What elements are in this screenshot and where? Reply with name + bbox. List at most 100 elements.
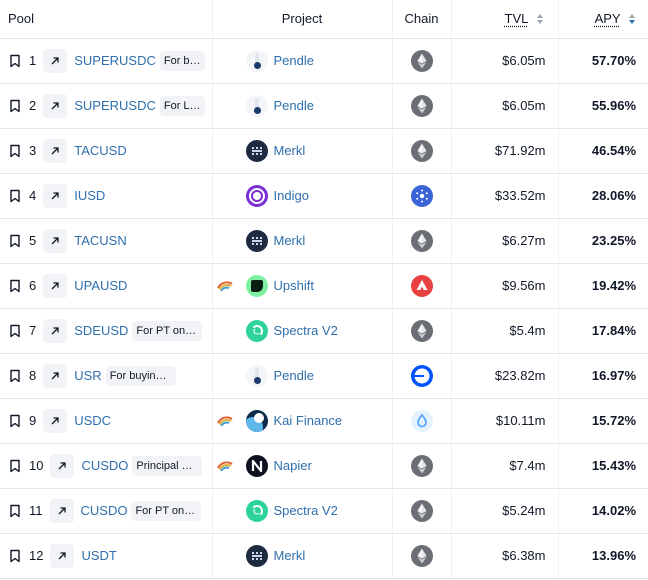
- table-row[interactable]: 3 TACUSD Merkl $71.92m 46.54%: [0, 128, 648, 174]
- project-name-link[interactable]: Merkl: [274, 233, 306, 248]
- external-link-icon[interactable]: [43, 138, 68, 163]
- rank-number: 7: [29, 323, 37, 338]
- pool-symbol-link[interactable]: SUPERUSDC: [74, 98, 156, 113]
- project-name-link[interactable]: Merkl: [274, 143, 306, 158]
- ethereum-icon: [410, 319, 433, 342]
- pool-symbol-link[interactable]: USDT: [81, 548, 116, 563]
- pendle-logo: [245, 364, 268, 387]
- table-row[interactable]: 5 TACUSN Merkl $6.27m 23.25%: [0, 218, 648, 264]
- sort-descending-icon[interactable]: [628, 13, 636, 25]
- table-row[interactable]: 10 CUSDO Principal T… Napier $7.4m 15.43…: [0, 443, 648, 489]
- bookmark-icon[interactable]: [8, 279, 22, 293]
- tvl-header-label[interactable]: TVL: [505, 11, 528, 26]
- bookmark-icon[interactable]: [8, 414, 22, 428]
- pool-symbol-link[interactable]: IUSD: [74, 188, 105, 203]
- table-row[interactable]: 2 SUPERUSDC For L… Pendle $6.05m 55.96%: [0, 83, 648, 129]
- table-row[interactable]: 11 CUSDO For PT on … Spectra V2 $5.24m 1…: [0, 488, 648, 534]
- pool-cell: 3 TACUSD: [0, 128, 213, 174]
- apy-value: 19.42%: [558, 263, 648, 309]
- tvl-value: $5.24m: [451, 488, 559, 534]
- pool-symbol-link[interactable]: SUPERUSDC: [74, 53, 156, 68]
- apy-sort-header[interactable]: APY: [558, 0, 648, 39]
- external-link-icon[interactable]: [43, 183, 68, 208]
- apy-header-label[interactable]: APY: [595, 11, 621, 26]
- bookmark-icon[interactable]: [8, 459, 22, 473]
- pool-cell: 12 USDT: [0, 533, 213, 579]
- bookmark-icon[interactable]: [8, 144, 22, 158]
- pool-symbol-link[interactable]: SDEUSD: [74, 323, 128, 338]
- sort-unsorted-icon[interactable]: [536, 13, 544, 25]
- pool-symbol-link[interactable]: TACUSD: [74, 143, 126, 158]
- pool-cell: 11 CUSDO For PT on …: [0, 488, 213, 534]
- pool-cell: 5 TACUSN: [0, 218, 213, 264]
- external-link-icon[interactable]: [43, 408, 68, 433]
- chain-cell: [392, 128, 452, 174]
- external-link-icon[interactable]: [43, 318, 68, 343]
- external-link-icon[interactable]: [43, 363, 68, 388]
- project-name-link[interactable]: Pendle: [274, 98, 314, 113]
- pool-header-label: Pool: [8, 11, 35, 27]
- pool-symbol-link[interactable]: TACUSN: [74, 233, 126, 248]
- external-link-icon[interactable]: [43, 48, 68, 73]
- rank-number: 5: [29, 233, 37, 248]
- pendle-logo: [245, 49, 268, 72]
- external-link-icon[interactable]: [50, 543, 75, 568]
- chain-cell: [392, 308, 452, 354]
- project-name-link[interactable]: Pendle: [274, 368, 314, 383]
- pool-symbol-link[interactable]: UPAUSD: [74, 278, 127, 293]
- table-row[interactable]: 8 USR For buying PT-… Pendle $23.82m 16.…: [0, 353, 648, 399]
- project-name-link[interactable]: Merkl: [274, 548, 306, 563]
- external-link-icon[interactable]: [43, 228, 68, 253]
- external-link-icon[interactable]: [50, 453, 75, 478]
- apy-value: 15.43%: [558, 443, 648, 489]
- bookmark-icon[interactable]: [8, 549, 22, 563]
- table-row[interactable]: 1 SUPERUSDC For b… Pendle $6.05m 57.70%: [0, 38, 648, 84]
- sui-icon: [410, 409, 433, 432]
- pool-meta-tag: For buying PT-…: [105, 365, 176, 386]
- merkl-logo: [245, 229, 268, 252]
- project-name-link[interactable]: Upshift: [274, 278, 314, 293]
- project-name-link[interactable]: Indigo: [274, 188, 309, 203]
- project-cell: Indigo: [212, 173, 393, 219]
- pool-cell: 7 SDEUSD For PT on …: [0, 308, 213, 354]
- chain-header-label: Chain: [404, 11, 439, 27]
- table-row[interactable]: 12 USDT Merkl $6.38m 13.96%: [0, 533, 648, 579]
- project-name-link[interactable]: Spectra V2: [274, 323, 338, 338]
- project-name-link[interactable]: Pendle: [274, 53, 314, 68]
- bookmark-icon[interactable]: [8, 234, 22, 248]
- pool-symbol-link[interactable]: CUSDO: [81, 503, 128, 518]
- project-name-link[interactable]: Spectra V2: [274, 503, 338, 518]
- table-header-row: Pool Project Chain TVL APY: [0, 0, 648, 39]
- external-link-icon[interactable]: [43, 93, 68, 118]
- external-link-icon[interactable]: [49, 498, 74, 523]
- ethereum-icon: [410, 544, 433, 567]
- project-cell: Merkl: [212, 128, 393, 174]
- tvl-value: $9.56m: [451, 263, 559, 309]
- table-row[interactable]: 7 SDEUSD For PT on … Spectra V2 $5.4m 17…: [0, 308, 648, 354]
- bookmark-icon[interactable]: [8, 504, 22, 518]
- project-name-link[interactable]: Napier: [274, 458, 312, 473]
- project-cell: Spectra V2: [212, 308, 393, 354]
- pool-symbol-link[interactable]: USDC: [74, 413, 111, 428]
- bookmark-icon[interactable]: [8, 369, 22, 383]
- chain-cell: [392, 353, 452, 399]
- pendle-logo: [245, 94, 268, 117]
- table-row[interactable]: 4 IUSD Indigo $33.52m 28.06%: [0, 173, 648, 219]
- bookmark-icon[interactable]: [8, 99, 22, 113]
- pool-symbol-link[interactable]: USR: [74, 368, 101, 383]
- rank-number: 6: [29, 278, 37, 293]
- base-icon: [410, 364, 433, 387]
- bookmark-icon[interactable]: [8, 189, 22, 203]
- pool-symbol-link[interactable]: CUSDO: [81, 458, 128, 473]
- bookmark-icon[interactable]: [8, 324, 22, 338]
- table-row[interactable]: 6 UPAUSD Upshift $9.56m 19.42%: [0, 263, 648, 309]
- rank-number: 8: [29, 368, 37, 383]
- bookmark-icon[interactable]: [8, 54, 22, 68]
- tvl-sort-header[interactable]: TVL: [451, 0, 559, 39]
- project-name-link[interactable]: Kai Finance: [274, 413, 343, 428]
- merkl-logo: [245, 544, 268, 567]
- table-row[interactable]: 9 USDC Kai Finance $10.11m 15.72%: [0, 398, 648, 444]
- chain-cell: [392, 443, 452, 489]
- pool-column-header: Pool: [0, 0, 213, 39]
- external-link-icon[interactable]: [43, 273, 68, 298]
